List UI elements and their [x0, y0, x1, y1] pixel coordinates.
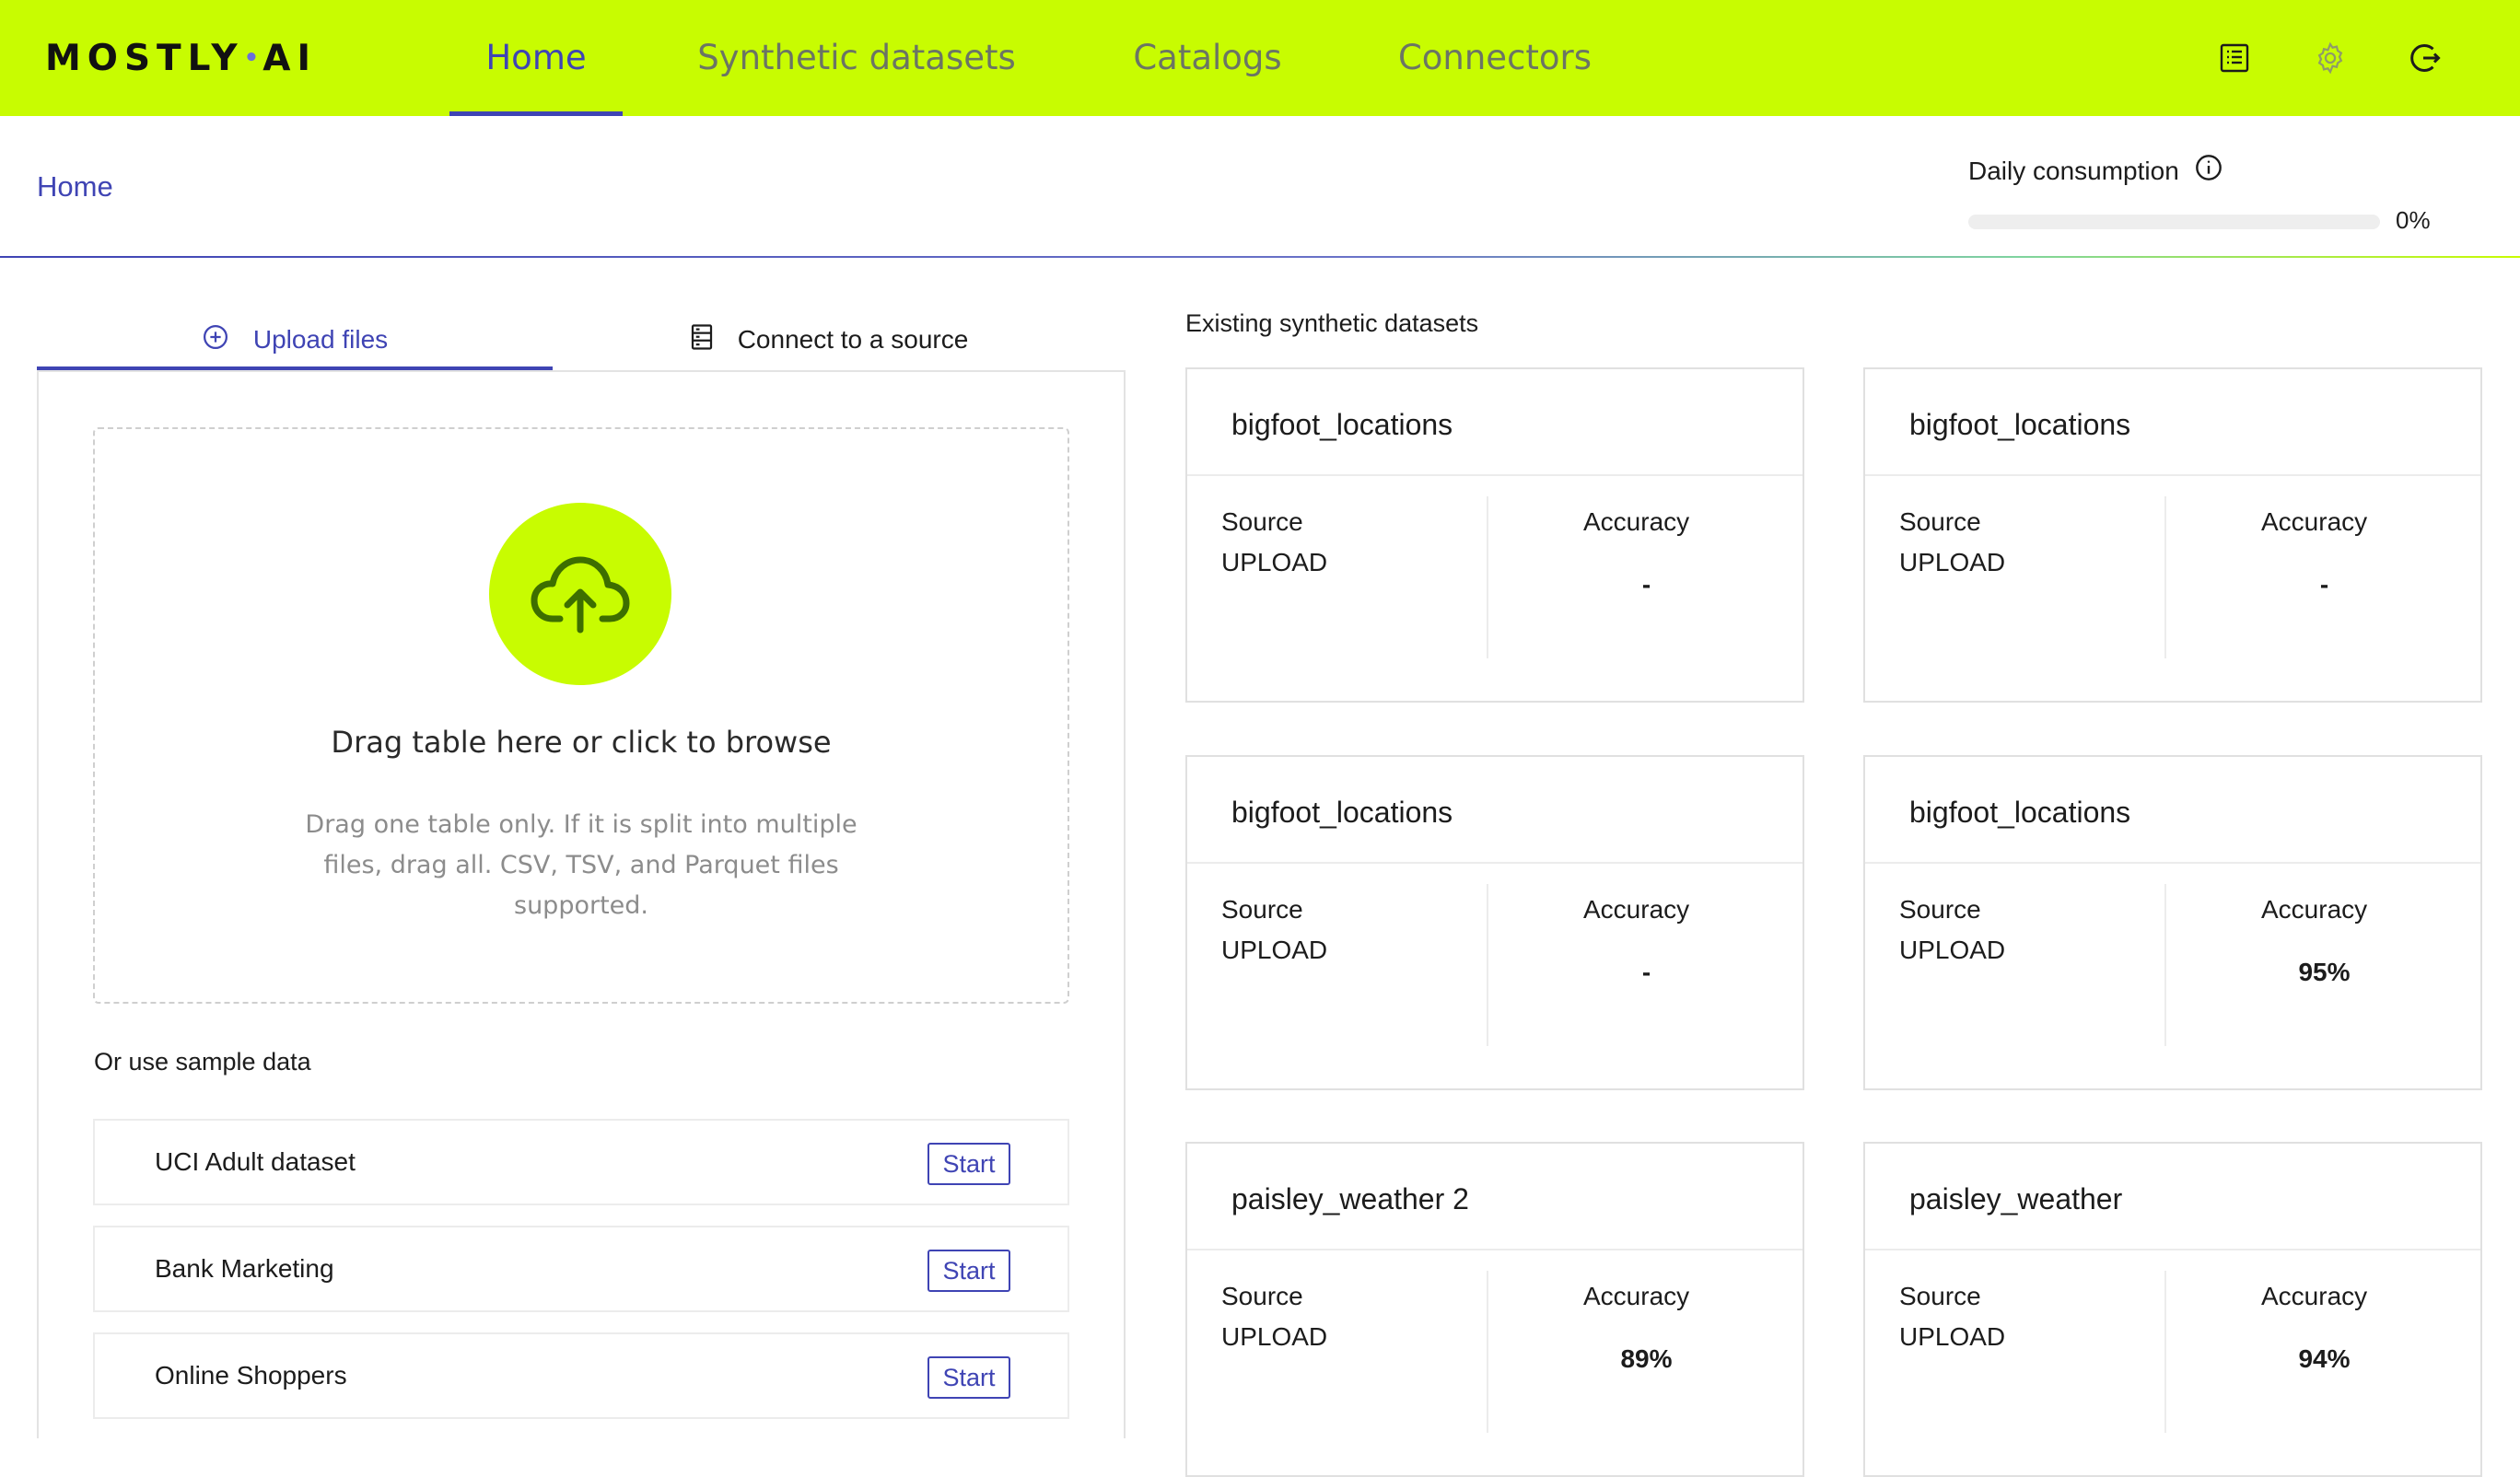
daily-consumption-bar [1968, 215, 2380, 229]
gear-icon[interactable] [2309, 37, 2351, 79]
top-navigation-bar: MOSTLY•AI Home Synthetic datasets Catalo… [0, 0, 2520, 116]
nav-tab-home[interactable]: Home [449, 0, 623, 116]
source-label: Source [1221, 895, 1303, 924]
accuracy-value: 94% [2298, 1344, 2351, 1373]
dataset-card[interactable]: bigfoot_locations Source Accuracy UPLOAD… [1863, 367, 2482, 703]
nav-tab-synthetic-datasets[interactable]: Synthetic datasets [682, 0, 1032, 116]
accuracy-value: - [1641, 570, 1651, 599]
source-label: Source [1221, 507, 1303, 536]
accuracy-value: - [2319, 570, 2329, 599]
accuracy-label: Accuracy [1583, 1282, 1690, 1310]
cloud-upload-icon [531, 556, 630, 634]
start-button-online-shoppers[interactable]: Start [928, 1356, 1010, 1399]
logo-text-left: MOSTLY [45, 38, 244, 79]
accuracy-label: Accuracy [2261, 1282, 2368, 1310]
dataset-card[interactable]: paisley_weather 2 Source Accuracy UPLOAD… [1185, 1142, 1804, 1477]
sample-name: UCI Adult dataset [155, 1147, 356, 1176]
source-value: UPLOAD [1221, 548, 1328, 576]
dataset-name: bigfoot_locations [1231, 408, 1453, 441]
sample-name: Online Shoppers [155, 1361, 347, 1390]
dropzone-hint: Drag one table only. If it is split into… [305, 810, 858, 920]
dataset-name: paisley_weather [1909, 1182, 2123, 1215]
accuracy-value: 95% [2298, 958, 2351, 986]
logout-icon[interactable] [2405, 37, 2447, 79]
source-value: UPLOAD [1221, 936, 1328, 964]
docs-icon[interactable] [2213, 37, 2256, 79]
daily-consumption-label: Daily consumption [1968, 153, 2223, 189]
card-divider [1865, 474, 2480, 476]
dataset-card[interactable]: bigfoot_locations Source Accuracy UPLOAD… [1863, 755, 2482, 1090]
tab-connect-source[interactable]: Connect to a source [571, 309, 1087, 370]
source-value: UPLOAD [1899, 548, 2006, 576]
plus-circle-icon [202, 323, 229, 357]
sample-row-bank-marketing: Bank Marketing Start [93, 1226, 1069, 1312]
logo-text-right: AI [262, 38, 317, 79]
nav-tab-connectors[interactable]: Connectors [1391, 0, 1599, 116]
tab-connect-source-label: Connect to a source [737, 325, 969, 354]
header-divider [0, 256, 2520, 258]
source-label: Source [1221, 1282, 1303, 1310]
accuracy-value: - [1641, 958, 1651, 986]
logo-dot: • [243, 44, 263, 72]
mostly-ai-logo[interactable]: MOSTLY•AI [45, 41, 317, 77]
card-divider [1187, 1249, 1802, 1250]
accuracy-label: Accuracy [1583, 895, 1690, 924]
start-button-bank-marketing[interactable]: Start [928, 1250, 1010, 1292]
upload-cloud-button[interactable] [489, 503, 671, 685]
tab-upload-files[interactable]: Upload files [37, 309, 553, 370]
daily-consumption-percent: 0% [2396, 206, 2431, 234]
sample-data-title: Or use sample data [94, 1048, 311, 1076]
card-divider [1187, 862, 1802, 864]
dataset-card[interactable]: paisley_weather Source Accuracy UPLOAD 9… [1863, 1142, 2482, 1477]
accuracy-label: Accuracy [2261, 895, 2368, 924]
breadcrumb-home[interactable]: Home [37, 170, 113, 204]
dataset-name: bigfoot_locations [1231, 796, 1453, 829]
start-button-uci-adult[interactable]: Start [928, 1143, 1010, 1185]
sample-name: Bank Marketing [155, 1254, 334, 1283]
dataset-name: paisley_weather 2 [1231, 1182, 1469, 1215]
source-label: Source [1899, 507, 1981, 536]
dropzone-title: Drag table here or click to browse [331, 725, 832, 760]
existing-datasets-title: Existing synthetic datasets [1185, 309, 1479, 337]
source-label: Source [1899, 1282, 1981, 1310]
dataset-card[interactable]: bigfoot_locations Source Accuracy UPLOAD… [1185, 755, 1804, 1090]
card-divider [1187, 474, 1802, 476]
source-value: UPLOAD [1899, 1322, 2006, 1351]
card-divider [1865, 1249, 2480, 1250]
card-divider [1865, 862, 2480, 864]
nav-tab-catalogs[interactable]: Catalogs [1122, 0, 1293, 116]
dataset-card[interactable]: bigfoot_locations Source Accuracy UPLOAD… [1185, 367, 1804, 703]
accuracy-value: 89% [1620, 1344, 1673, 1373]
sample-row-uci-adult: UCI Adult dataset Start [93, 1119, 1069, 1205]
daily-consumption-text: Daily consumption [1968, 156, 2179, 185]
info-icon[interactable] [2194, 153, 2223, 189]
accuracy-label: Accuracy [1583, 507, 1690, 536]
source-value: UPLOAD [1221, 1322, 1328, 1351]
accuracy-label: Accuracy [2261, 507, 2368, 536]
dataset-name: bigfoot_locations [1909, 408, 2131, 441]
tab-upload-files-label: Upload files [252, 325, 389, 354]
source-label: Source [1899, 895, 1981, 924]
dataset-name: bigfoot_locations [1909, 796, 2131, 829]
nav-active-indicator [449, 111, 623, 116]
source-value: UPLOAD [1899, 936, 2006, 964]
sample-row-online-shoppers: Online Shoppers Start [93, 1332, 1069, 1419]
database-icon [690, 323, 714, 357]
